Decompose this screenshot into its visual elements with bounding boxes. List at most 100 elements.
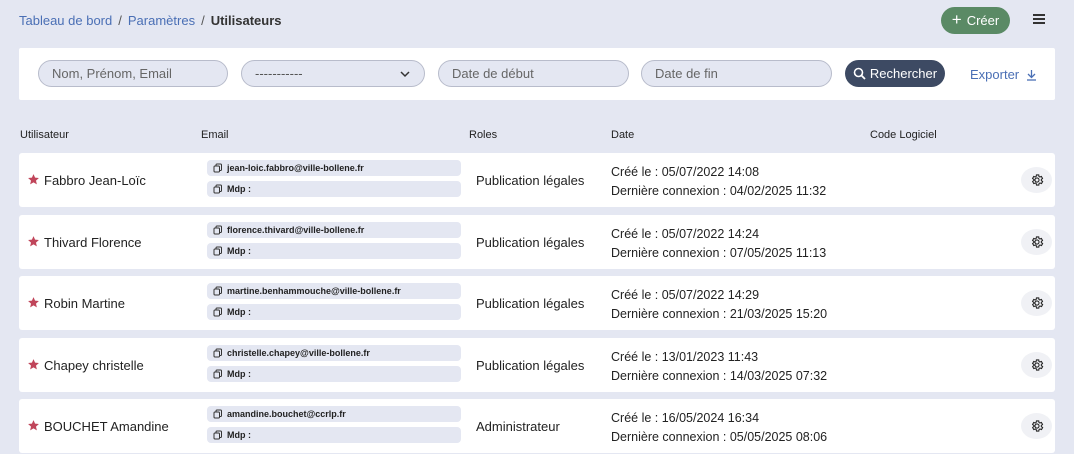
user-name: Robin Martine xyxy=(44,296,125,311)
copy-icon xyxy=(213,163,222,173)
password-label: Mdp : xyxy=(227,369,251,379)
table-row[interactable]: Thivard Florence florence.thivard@ville-… xyxy=(19,215,1055,269)
copy-icon xyxy=(213,348,222,358)
user-role: Publication légales xyxy=(476,358,585,373)
password-copy-pill[interactable]: Mdp : xyxy=(207,304,461,320)
breadcrumb-separator: / xyxy=(118,13,122,28)
password-copy-pill[interactable]: Mdp : xyxy=(207,427,461,443)
end-date-input[interactable] xyxy=(655,66,818,81)
settings-button[interactable] xyxy=(1021,167,1052,193)
user-dates: Créé le : 05/07/2022 14:24 Dernière conn… xyxy=(611,225,826,263)
user-dates: Créé le : 05/07/2022 14:08 Dernière conn… xyxy=(611,163,826,201)
user-role: Publication légales xyxy=(476,296,585,311)
column-header-code[interactable]: Code Logiciel xyxy=(870,129,937,141)
user-dates: Créé le : 05/07/2022 14:29 Dernière conn… xyxy=(611,286,827,324)
copy-icon xyxy=(213,225,222,235)
user-dates: Créé le : 16/05/2024 16:34 Dernière conn… xyxy=(611,409,827,447)
settings-button[interactable] xyxy=(1021,229,1052,255)
user-email: christelle.chapey@ville-bollene.fr xyxy=(227,348,370,358)
gear-icon xyxy=(1031,297,1043,309)
settings-button[interactable] xyxy=(1021,290,1052,316)
gear-icon xyxy=(1031,174,1043,186)
created-date: Créé le : 16/05/2024 16:34 xyxy=(611,411,760,425)
copy-icon xyxy=(213,430,222,440)
password-label: Mdp : xyxy=(227,184,251,194)
search-button-label: Rechercher xyxy=(869,66,938,81)
last-login-date: Dernière connexion : 05/05/2025 08:06 xyxy=(611,430,828,444)
name-search-field[interactable] xyxy=(38,60,228,87)
user-dates: Créé le : 13/01/2023 11:43 Dernière conn… xyxy=(611,348,827,386)
star-icon[interactable] xyxy=(27,419,40,432)
star-icon[interactable] xyxy=(27,235,40,248)
user-email: florence.thivard@ville-bollene.fr xyxy=(227,225,365,235)
filter-bar: ----------- Rechercher Exporter xyxy=(19,48,1055,100)
last-login-date: Dernière connexion : 14/03/2025 07:32 xyxy=(611,369,828,383)
user-role: Publication légales xyxy=(476,235,585,250)
copy-icon xyxy=(213,369,222,379)
star-icon[interactable] xyxy=(27,358,40,371)
end-date-field[interactable] xyxy=(641,60,832,87)
export-button[interactable]: Exporter xyxy=(970,67,1037,82)
search-button[interactable]: Rechercher xyxy=(845,60,945,87)
table-row[interactable]: Chapey christelle christelle.chapey@vill… xyxy=(19,338,1055,392)
last-login-date: Dernière connexion : 21/03/2025 15:20 xyxy=(611,307,828,321)
breadcrumb: Tableau de bord / Paramètres / Utilisate… xyxy=(19,13,282,28)
created-date: Créé le : 05/07/2022 14:24 xyxy=(611,227,760,241)
plus-icon: + xyxy=(951,10,962,29)
password-copy-pill[interactable]: Mdp : xyxy=(207,243,461,259)
password-copy-pill[interactable]: Mdp : xyxy=(207,181,461,197)
start-date-field[interactable] xyxy=(438,60,629,87)
column-header-date[interactable]: Date xyxy=(611,129,634,141)
user-role: Administrateur xyxy=(476,419,560,434)
breadcrumb-separator: / xyxy=(201,13,205,28)
download-icon xyxy=(1027,69,1037,81)
copy-icon xyxy=(213,184,222,194)
role-select-value: ----------- xyxy=(255,66,303,81)
user-name: Fabbro Jean-Loïc xyxy=(44,173,146,188)
last-login-date: Dernière connexion : 04/02/2025 11:32 xyxy=(611,184,827,198)
settings-button[interactable] xyxy=(1021,413,1052,439)
breadcrumb-dashboard-link[interactable]: Tableau de bord xyxy=(19,13,112,28)
table-row[interactable]: Fabbro Jean-Loïc jean-loic.fabbro@ville-… xyxy=(19,153,1055,207)
breadcrumb-settings-link[interactable]: Paramètres xyxy=(128,13,195,28)
create-button-label: Créer xyxy=(966,13,1000,28)
export-label: Exporter xyxy=(970,67,1020,82)
gear-icon xyxy=(1031,236,1043,248)
column-header-roles[interactable]: Roles xyxy=(469,129,497,141)
user-name: Thivard Florence xyxy=(44,235,142,250)
last-login-date: Dernière connexion : 07/05/2025 11:13 xyxy=(611,246,827,260)
column-header-user[interactable]: Utilisateur xyxy=(20,129,69,141)
email-copy-pill[interactable]: christelle.chapey@ville-bollene.fr xyxy=(207,345,461,361)
copy-icon xyxy=(213,246,222,256)
table-row[interactable]: Robin Martine martine.benhammouche@ville… xyxy=(19,276,1055,330)
user-name: Chapey christelle xyxy=(44,358,144,373)
copy-icon xyxy=(213,286,222,296)
star-icon[interactable] xyxy=(27,296,40,309)
password-label: Mdp : xyxy=(227,430,251,440)
column-header-email[interactable]: Email xyxy=(201,129,229,141)
name-search-input[interactable] xyxy=(52,66,214,81)
settings-button[interactable] xyxy=(1021,352,1052,378)
star-icon[interactable] xyxy=(27,173,40,186)
user-name: BOUCHET Amandine xyxy=(44,419,169,434)
email-copy-pill[interactable]: jean-loic.fabbro@ville-bollene.fr xyxy=(207,160,461,176)
email-copy-pill[interactable]: martine.benhammouche@ville-bollene.fr xyxy=(207,283,461,299)
gear-icon xyxy=(1031,420,1043,432)
password-label: Mdp : xyxy=(227,307,251,317)
start-date-input[interactable] xyxy=(452,66,615,81)
created-date: Créé le : 05/07/2022 14:08 xyxy=(611,165,760,179)
hamburger-menu-icon[interactable] xyxy=(1030,12,1048,30)
password-label: Mdp : xyxy=(227,246,251,256)
role-select[interactable]: ----------- xyxy=(241,60,425,87)
email-copy-pill[interactable]: florence.thivard@ville-bollene.fr xyxy=(207,222,461,238)
copy-icon xyxy=(213,307,222,317)
create-button[interactable]: + Créer xyxy=(941,7,1010,34)
table-row[interactable]: BOUCHET Amandine amandine.bouchet@ccrlp.… xyxy=(19,399,1055,453)
user-email: jean-loic.fabbro@ville-bollene.fr xyxy=(227,163,364,173)
password-copy-pill[interactable]: Mdp : xyxy=(207,366,461,382)
user-role: Publication légales xyxy=(476,173,585,188)
breadcrumb-current: Utilisateurs xyxy=(210,13,282,28)
email-copy-pill[interactable]: amandine.bouchet@ccrlp.fr xyxy=(207,406,461,422)
top-bar: Tableau de bord / Paramètres / Utilisate… xyxy=(0,0,1074,44)
search-icon xyxy=(853,67,866,80)
